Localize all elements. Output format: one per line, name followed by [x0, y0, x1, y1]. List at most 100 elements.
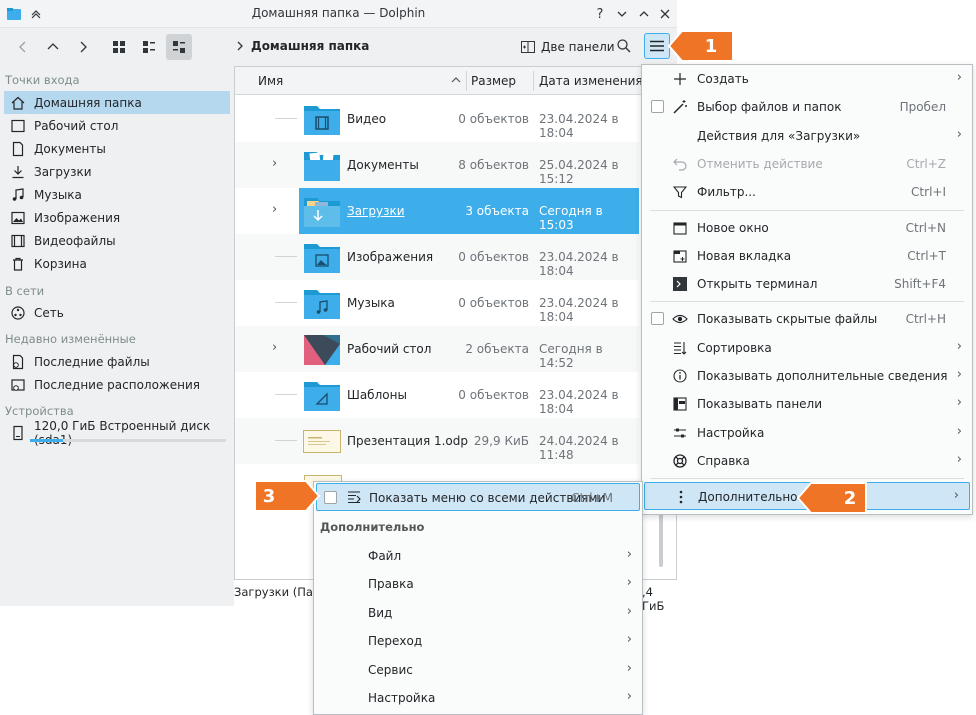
- table-row[interactable]: Шаблоны 0 объектов 23.04.2024 в 18:04: [235, 372, 639, 418]
- sidebar-item-music[interactable]: Музыка: [4, 183, 230, 206]
- folder-downloads-icon: [303, 194, 341, 228]
- menu-item-selection-mode[interactable]: Выбор файлов и папок Пробел: [642, 93, 972, 121]
- split-view-button[interactable]: Две панели: [541, 40, 615, 54]
- minimize-button[interactable]: [614, 6, 630, 22]
- forward-button[interactable]: [70, 34, 96, 60]
- sidebar-item-downloads[interactable]: Загрузки: [4, 160, 230, 183]
- menu-item-open-terminal[interactable]: Открыть терминал Shift+F4: [642, 270, 972, 298]
- back-button[interactable]: [10, 34, 36, 60]
- callout-2: 2: [797, 481, 869, 515]
- submenu-item-go[interactable]: Переход ›: [314, 627, 642, 655]
- sidebar-item-videos[interactable]: Видеофайлы: [4, 229, 230, 252]
- sidebar-item-label: Документы: [34, 141, 106, 156]
- chevron-right-icon[interactable]: ›: [272, 202, 277, 217]
- chevron-right-icon: ›: [956, 395, 962, 410]
- main-menu: Создать › Выбор файлов и папок Пробел Де…: [641, 64, 973, 515]
- menu-item-show-hidden[interactable]: Показывать скрытые файлы Ctrl+H: [642, 305, 972, 333]
- menu-item-show-all-actions[interactable]: Показать меню со всеми действиями Ctrl+M: [316, 483, 640, 511]
- column-date[interactable]: Дата изменения: [539, 74, 643, 88]
- icons-view-button[interactable]: [106, 34, 132, 60]
- sidebar-item-label: Загрузки: [34, 164, 92, 179]
- menu-item-configure[interactable]: Настройка ›: [642, 419, 972, 447]
- sidebar-item-label: Рабочий стол: [34, 118, 119, 133]
- menu-item-show-panels[interactable]: Показывать панели ›: [642, 390, 972, 418]
- folder-documents-icon: [303, 148, 341, 182]
- home-icon: [10, 95, 26, 111]
- table-row[interactable]: Видео 0 объектов 23.04.2024 в 18:04: [235, 96, 639, 142]
- chevron-right-icon: ›: [956, 452, 962, 467]
- maximize-button[interactable]: [636, 6, 652, 22]
- submenu-item-view[interactable]: Вид ›: [314, 599, 642, 627]
- sidebar-item-recent-files[interactable]: Последние файлы: [4, 350, 230, 373]
- sidebar-item-desktop[interactable]: Рабочий стол: [4, 114, 230, 137]
- sidebar-item-pictures[interactable]: Изображения: [4, 206, 230, 229]
- menu-item-create[interactable]: Создать ›: [642, 65, 972, 93]
- column-name[interactable]: Имя: [258, 74, 283, 88]
- menu-item-additional-info[interactable]: Показывать дополнительные сведения ›: [642, 362, 972, 390]
- chevron-right-icon[interactable]: ›: [272, 340, 277, 355]
- menu-item-sort[interactable]: Сортировка ›: [642, 334, 972, 362]
- submenu-header: Дополнительно: [320, 520, 425, 534]
- magic-wand-icon: [672, 99, 688, 115]
- sidebar-item-home[interactable]: Домашняя папка: [4, 91, 230, 114]
- submenu-item-edit[interactable]: Правка ›: [314, 570, 642, 598]
- checkbox[interactable]: [651, 312, 664, 325]
- chevron-right-icon: ›: [953, 488, 959, 503]
- checkbox[interactable]: [651, 100, 664, 113]
- eye-icon: [672, 311, 688, 327]
- menu-item-filter[interactable]: Фильтр... Ctrl+I: [642, 178, 972, 206]
- help-button[interactable]: ?: [592, 6, 608, 22]
- table-row[interactable]: › Документы 8 объектов 25.04.2024 в 15:1…: [235, 142, 639, 188]
- submenu-item-tools[interactable]: Сервис ›: [314, 656, 642, 684]
- breadcrumb[interactable]: Домашняя папка: [251, 39, 369, 53]
- submenu-item-file[interactable]: Файл ›: [314, 542, 642, 570]
- details-view-button[interactable]: [166, 34, 192, 60]
- sidebar-item-label: Сеть: [34, 305, 64, 320]
- download-icon: [10, 164, 26, 180]
- sidebar-item-documents[interactable]: Документы: [4, 137, 230, 160]
- menu-item-folder-actions[interactable]: Действия для «Загрузки» ›: [642, 122, 972, 150]
- network-icon: [10, 305, 26, 321]
- new-window-icon: [672, 220, 688, 236]
- folder-templates-icon: [303, 378, 341, 412]
- menu-item-help[interactable]: Справка ›: [642, 447, 972, 475]
- table-row[interactable]: › Рабочий стол 2 объекта Сегодня в 14:52: [235, 326, 639, 372]
- up-button[interactable]: [40, 34, 66, 60]
- table-row[interactable]: Музыка 0 объектов 23.04.2024 в 18:04: [235, 280, 639, 326]
- sidebar-item-network[interactable]: Сеть: [4, 301, 230, 324]
- desktop-icon: [10, 118, 26, 134]
- plus-icon: [672, 71, 688, 87]
- document-icon: [10, 141, 26, 157]
- film-icon: [10, 233, 26, 249]
- submenu-item-settings[interactable]: Настройка ›: [314, 684, 642, 712]
- sidebar-item-label: Музыка: [34, 187, 82, 202]
- menu-item-new-window[interactable]: Новое окно Ctrl+N: [642, 214, 972, 242]
- settings-sliders-icon: [672, 425, 688, 441]
- panels-icon: [672, 396, 688, 412]
- chevron-right-icon[interactable]: ›: [272, 156, 277, 171]
- search-icon[interactable]: [616, 38, 632, 54]
- recent-document-icon: [10, 354, 26, 370]
- column-size[interactable]: Размер: [471, 74, 516, 88]
- chevron-right-icon: ›: [956, 127, 962, 142]
- checkbox[interactable]: [324, 491, 337, 504]
- table-row[interactable]: Презентация 1.odp 29,9 КиБ 24.04.2024 в …: [235, 418, 639, 464]
- hamburger-menu-button[interactable]: [644, 33, 670, 59]
- table-row-selected[interactable]: › Загрузки 3 объекта Сегодня в 15:03: [235, 188, 639, 234]
- menu-item-new-tab[interactable]: Новая вкладка Ctrl+T: [642, 242, 972, 270]
- sort-ascending-icon: [451, 75, 461, 85]
- chevron-right-icon: ›: [626, 547, 632, 562]
- sidebar-item-label: Последние расположения: [34, 377, 200, 392]
- menu-list-icon: [347, 490, 361, 504]
- chevron-right-icon: ›: [956, 339, 962, 354]
- breadcrumb-chevron-icon: [235, 40, 245, 52]
- table-row[interactable]: Изображения 0 объектов 23.04.2024 в 18:0…: [235, 234, 639, 280]
- close-button[interactable]: [657, 6, 673, 22]
- sidebar-item-recent-locations[interactable]: Последние расположения: [4, 373, 230, 396]
- compact-view-button[interactable]: [136, 34, 162, 60]
- title-bar: Домашняя папка — Dolphin ?: [0, 0, 677, 28]
- undo-icon: [672, 156, 688, 172]
- menu-item-undo[interactable]: Отменить действие Ctrl+Z: [642, 150, 972, 178]
- sidebar-item-label: Изображения: [34, 210, 121, 225]
- sidebar-item-trash[interactable]: Корзина: [4, 252, 230, 275]
